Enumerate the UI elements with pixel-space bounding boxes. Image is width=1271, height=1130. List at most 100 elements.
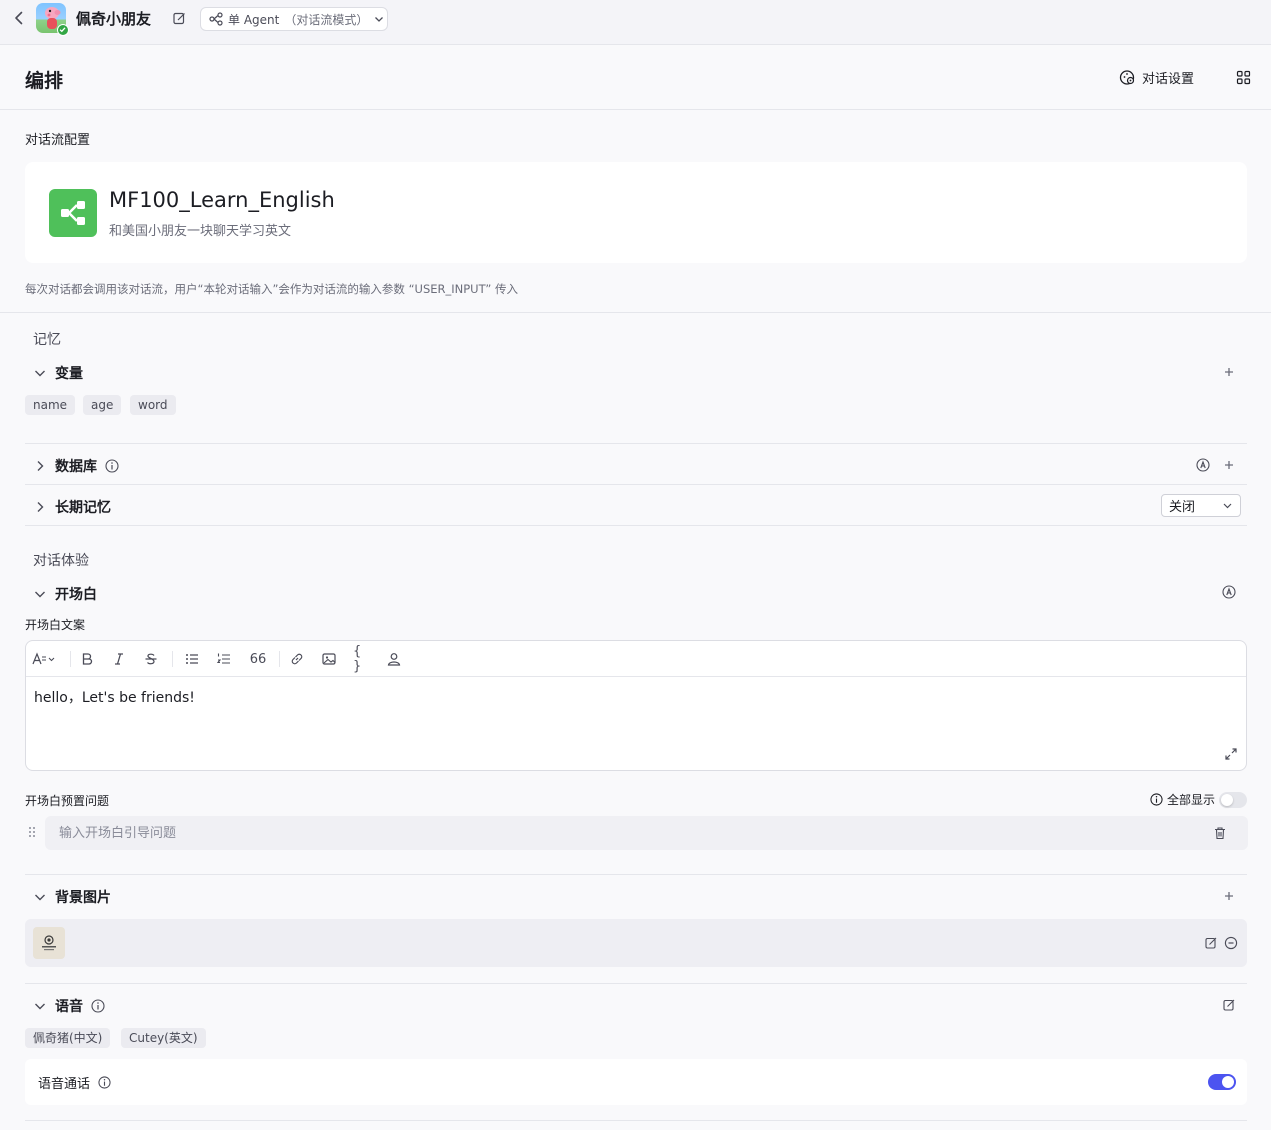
- voice-title: 语音: [55, 999, 83, 1015]
- preset-questions-label: 开场白预置问题: [25, 794, 110, 808]
- opening-title: 开场白: [55, 587, 97, 603]
- divider: [25, 874, 1247, 875]
- long-term-memory-select[interactable]: 关闭: [1161, 494, 1241, 517]
- voice-call-card: 语音通话: [25, 1059, 1247, 1105]
- show-all-label: 全部显示: [1167, 793, 1216, 807]
- toolbar-separator: [70, 651, 71, 667]
- toolbar-separator: [172, 651, 173, 667]
- chevron-down-icon: [1222, 500, 1233, 511]
- info-icon[interactable]: [105, 459, 119, 473]
- chevron-down-icon: [33, 366, 47, 380]
- voice-chip: Cutey(英文): [121, 1028, 206, 1048]
- voice-call-row: 语音通话: [38, 1073, 111, 1092]
- verified-icon: [57, 24, 69, 36]
- voice-call-label: 语音通话: [38, 1077, 91, 1092]
- variable-chip: age: [83, 395, 122, 415]
- voice-call-toggle[interactable]: [1208, 1074, 1236, 1090]
- auto-mode-icon[interactable]: [1196, 458, 1210, 472]
- edit-voice-icon[interactable]: [1222, 998, 1236, 1012]
- workflow-icon: [209, 12, 223, 26]
- long-term-memory-toggle[interactable]: 长期记忆: [33, 497, 111, 517]
- background-image-card: [25, 919, 1247, 967]
- page-title: 编排: [25, 70, 64, 92]
- chat-settings-label: 对话设置: [1142, 72, 1195, 87]
- toolbar-separator: [279, 651, 280, 667]
- voice-chip: 佩奇猪(中文): [25, 1028, 111, 1048]
- background-toggle[interactable]: 背景图片: [33, 887, 111, 907]
- strikethrough-icon[interactable]: [143, 651, 159, 667]
- database-toggle[interactable]: 数据库: [33, 456, 119, 476]
- chevron-down-icon: [33, 999, 47, 1013]
- mode-label: 单 Agent: [228, 12, 280, 27]
- divider: [25, 525, 1247, 526]
- show-all-toggle[interactable]: [1219, 791, 1248, 808]
- workflow-description: 和美国小朋友一块聊天学习英文: [109, 224, 292, 239]
- quote-icon[interactable]: 66: [248, 651, 268, 667]
- auto-mode-icon[interactable]: [1222, 585, 1236, 599]
- editor-toolbar: 66 { }: [26, 641, 1246, 677]
- background-thumbnail[interactable]: [33, 927, 65, 959]
- variables-title: 变量: [55, 366, 83, 382]
- user-icon[interactable]: [386, 651, 402, 667]
- divider: [25, 443, 1247, 444]
- chat-settings-button[interactable]: 对话设置: [1119, 68, 1194, 87]
- divider: [25, 1120, 1247, 1121]
- agent-mode-selector[interactable]: 单 Agent （对话流模式）: [200, 7, 388, 31]
- bot-name: 佩奇小朋友: [76, 10, 152, 28]
- layout-grid-icon[interactable]: [1236, 70, 1251, 85]
- info-icon[interactable]: [91, 999, 105, 1013]
- long-term-memory-title: 长期记忆: [55, 500, 111, 516]
- opening-text[interactable]: hello，Let's be friends!: [34, 687, 195, 707]
- drag-handle-icon[interactable]: [27, 825, 37, 839]
- add-variable-icon[interactable]: [1222, 365, 1236, 379]
- workflow-card[interactable]: MF100_Learn_English 和美国小朋友一块聊天学习英文: [25, 162, 1247, 263]
- chevron-down-icon: [33, 890, 47, 904]
- expand-icon[interactable]: [1224, 747, 1238, 761]
- numbered-list-icon[interactable]: [216, 651, 232, 667]
- info-icon[interactable]: [98, 1076, 111, 1089]
- divider: [25, 484, 1247, 485]
- voice-toggle[interactable]: 语音: [33, 996, 105, 1016]
- top-bar: 佩奇小朋友 单 Agent （对话流模式）: [0, 0, 1271, 45]
- code-braces-icon[interactable]: { }: [353, 644, 371, 674]
- edit-icon[interactable]: [1204, 936, 1218, 950]
- chevron-down-icon: [33, 587, 47, 601]
- add-background-icon[interactable]: [1222, 889, 1236, 903]
- workflow-name: MF100_Learn_English: [109, 188, 335, 212]
- flow-config-label: 对话流配置: [25, 133, 91, 148]
- image-icon[interactable]: [321, 651, 337, 667]
- info-icon[interactable]: [1150, 793, 1163, 806]
- add-database-icon[interactable]: [1222, 458, 1236, 472]
- select-value: 关闭: [1169, 500, 1196, 515]
- opening-question-input[interactable]: [45, 816, 1248, 850]
- section-divider: [0, 312, 1271, 313]
- bullet-list-icon[interactable]: [184, 651, 200, 667]
- back-icon[interactable]: [10, 9, 28, 27]
- opening-editor[interactable]: 66 { } hello，Let's be friends!: [25, 640, 1247, 771]
- bot-avatar[interactable]: [36, 3, 69, 36]
- italic-icon[interactable]: [111, 651, 127, 667]
- bold-icon[interactable]: [79, 651, 95, 667]
- settings-icon: [1119, 69, 1136, 86]
- opening-copy-label: 开场白文案: [25, 618, 86, 632]
- database-title: 数据库: [55, 459, 97, 475]
- variable-chip: word: [130, 395, 176, 415]
- chevron-right-icon: [33, 500, 47, 514]
- link-icon[interactable]: [289, 651, 305, 667]
- memory-group-label: 记忆: [33, 332, 61, 348]
- chevron-down-icon: [373, 13, 385, 25]
- show-all-control: 全部显示: [1150, 791, 1248, 808]
- text-style-icon[interactable]: [32, 651, 58, 667]
- trash-icon[interactable]: [1213, 826, 1227, 840]
- background-title: 背景图片: [55, 890, 111, 906]
- experience-group-label: 对话体验: [33, 553, 89, 569]
- workflow-logo-icon: [49, 189, 97, 237]
- workflow-hint: 每次对话都会调用该对话流，用户“本轮对话输入”会作为对话流的输入参数 “USER…: [25, 282, 518, 296]
- mode-suffix: （对话流模式）: [284, 12, 369, 27]
- edit-icon[interactable]: [172, 11, 187, 26]
- variables-toggle[interactable]: 变量: [33, 363, 83, 383]
- remove-icon[interactable]: [1224, 936, 1238, 950]
- opening-toggle[interactable]: 开场白: [33, 584, 97, 604]
- variable-chip: name: [25, 395, 76, 415]
- page-header: 编排 对话设置: [0, 46, 1271, 110]
